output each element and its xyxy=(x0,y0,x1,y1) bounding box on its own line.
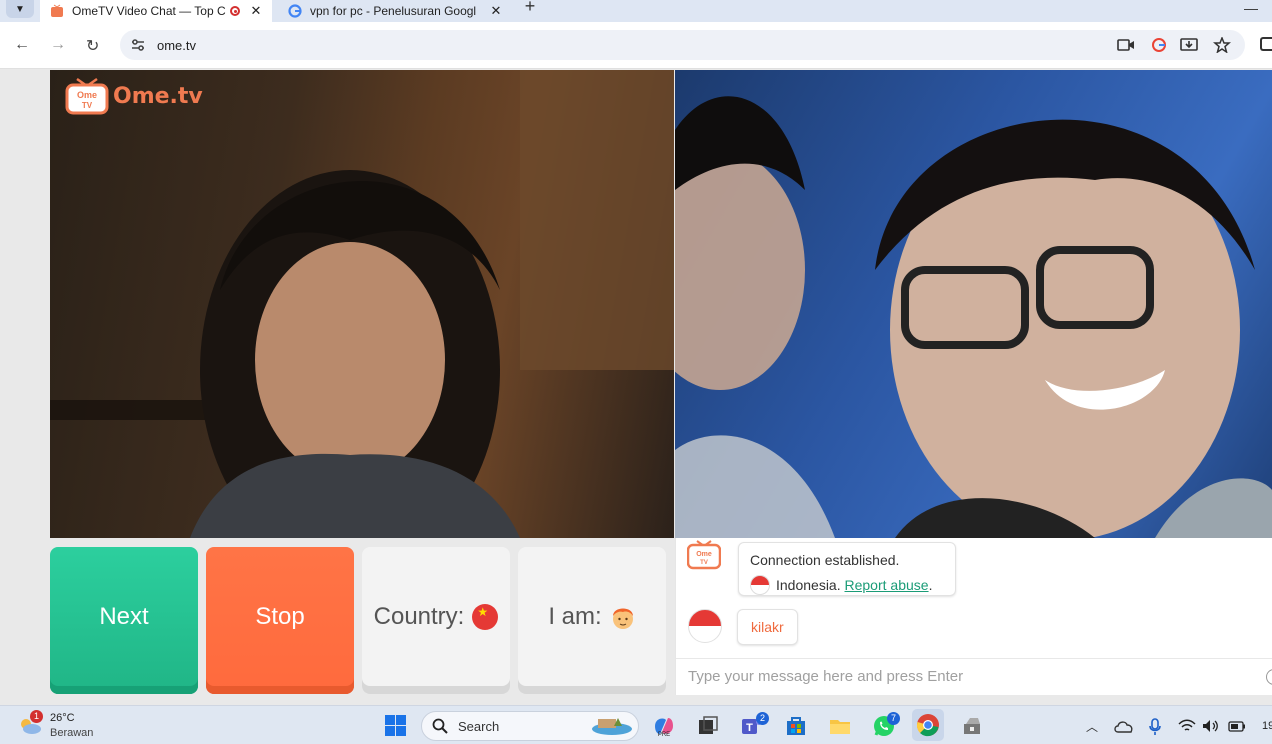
partner-country-text: Indonesia. xyxy=(776,577,841,593)
chrome-icon xyxy=(916,714,939,737)
task-view-icon[interactable] xyxy=(696,714,720,738)
whatsapp-badge: 7 xyxy=(887,712,900,725)
search-placeholder: Search xyxy=(458,719,500,734)
svg-text:PRE: PRE xyxy=(658,732,670,738)
google-favicon-icon xyxy=(288,4,302,18)
microsoft-store-icon[interactable] xyxy=(784,714,808,738)
boy-face-icon xyxy=(612,608,633,629)
partner-name-text: kilakr xyxy=(751,619,784,635)
partner-country-line: Indonesia. Report abuse. xyxy=(750,575,932,595)
copilot-icon[interactable]: PRE xyxy=(652,714,676,738)
taskbar: 1 26°C Berawan Search PRE T 2 7 ︿ 19 xyxy=(0,705,1272,744)
svg-text:Ome: Ome xyxy=(696,551,712,558)
recording-icon xyxy=(230,6,240,16)
weather-widget[interactable]: 1 26°C Berawan xyxy=(16,710,116,740)
tab-strip: ▼ OmeTV Video Chat — Top C ✕ vpn for pc … xyxy=(0,0,1272,22)
svg-text:TV: TV xyxy=(82,101,93,110)
camera-in-use-icon[interactable] xyxy=(1117,37,1135,53)
tab-title: vpn for pc - Penelusuran Googl xyxy=(310,4,477,18)
report-suffix: . xyxy=(928,577,933,593)
tv-logo-icon: Ome TV xyxy=(65,77,109,115)
volume-icon[interactable] xyxy=(1202,719,1220,733)
message-input-area xyxy=(676,658,1272,695)
china-flag-icon xyxy=(472,603,499,630)
logo-text: Ome.tv xyxy=(113,83,203,109)
next-label: Next xyxy=(99,602,149,630)
ometv-logo[interactable]: Ome TV Ome.tv xyxy=(65,77,203,115)
close-tab-icon[interactable]: ✕ xyxy=(488,3,504,19)
reload-icon[interactable]: ↻ xyxy=(86,36,99,56)
connection-status-text: Connection established. xyxy=(750,552,900,568)
emoji-icon[interactable] xyxy=(1266,669,1272,685)
system-message: Connection established. Indonesia. Repor… xyxy=(738,542,956,596)
chevron-down-icon: ▼ xyxy=(15,3,25,15)
partner-video-frame xyxy=(675,96,1272,538)
forward-arrow-icon[interactable]: → xyxy=(50,36,66,54)
google-lens-icon[interactable] xyxy=(1150,37,1168,53)
message-input[interactable] xyxy=(686,667,1250,686)
partner-flag-icon xyxy=(688,609,722,643)
microphone-icon[interactable] xyxy=(1148,718,1162,736)
stop-button[interactable]: Stop xyxy=(206,547,354,694)
temperature-text: 26°C xyxy=(50,712,75,724)
url-text: ome.tv xyxy=(157,38,197,53)
svg-text:T: T xyxy=(746,722,753,734)
iam-label: I am: xyxy=(548,602,602,630)
wifi-icon[interactable] xyxy=(1178,719,1196,733)
svg-text:Ome: Ome xyxy=(77,90,97,100)
minimize-button[interactable]: — xyxy=(1244,0,1258,16)
show-hidden-icons-icon[interactable]: ︿ xyxy=(1086,718,1098,735)
tab-google-search[interactable]: vpn for pc - Penelusuran Googl ✕ xyxy=(278,0,512,22)
pinned-app-icon[interactable] xyxy=(960,714,984,738)
tab-ometv[interactable]: OmeTV Video Chat — Top C ✕ xyxy=(40,0,272,22)
weather-condition-text: Berawan xyxy=(50,727,94,739)
clock-text[interactable]: 19 xyxy=(1262,720,1272,732)
browser-toolbar: ← → ↻ ome.tv xyxy=(0,22,1272,69)
close-tab-icon[interactable]: ✕ xyxy=(248,3,264,19)
search-highlight-icon xyxy=(592,718,632,735)
taskbar-search[interactable]: Search xyxy=(421,711,639,741)
report-abuse-link[interactable]: Report abuse xyxy=(845,577,929,593)
tv-logo-icon: Ome TV xyxy=(687,540,721,570)
indonesia-flag-icon xyxy=(750,575,770,595)
weather-alert-badge: 1 xyxy=(30,710,43,723)
battery-icon[interactable] xyxy=(1228,721,1246,732)
local-video-frame xyxy=(50,70,674,538)
stop-label: Stop xyxy=(255,602,305,630)
install-app-icon[interactable] xyxy=(1180,37,1198,53)
windows-start-icon[interactable] xyxy=(385,715,406,736)
country-label: Country: xyxy=(373,602,465,630)
tab-search-button[interactable]: ▼ xyxy=(6,0,34,18)
side-panel-icon[interactable] xyxy=(1260,37,1272,51)
teams-badge: 2 xyxy=(756,712,769,725)
partner-video xyxy=(675,70,1272,538)
partner-name-message: kilakr xyxy=(737,609,798,645)
svg-text:TV: TV xyxy=(700,560,708,566)
new-tab-button[interactable]: + xyxy=(520,0,540,18)
site-info-icon[interactable] xyxy=(130,37,146,53)
local-video xyxy=(50,70,674,538)
file-explorer-icon[interactable] xyxy=(828,714,852,738)
next-button[interactable]: Next xyxy=(50,547,198,694)
chat-panel: Ome TV Connection established. Indonesia… xyxy=(675,538,1272,695)
control-panel: Next Stop Country: I am: xyxy=(0,547,675,694)
chrome-active-tile[interactable] xyxy=(912,709,944,741)
onedrive-icon[interactable] xyxy=(1114,720,1134,733)
back-arrow-icon[interactable]: ← xyxy=(14,36,30,54)
bookmark-star-icon[interactable] xyxy=(1213,37,1231,53)
ometv-favicon-icon xyxy=(51,4,63,17)
address-bar[interactable]: ome.tv xyxy=(120,30,1245,60)
tab-title: OmeTV Video Chat — Top C xyxy=(72,4,226,18)
gender-selector[interactable]: I am: xyxy=(518,547,666,694)
search-icon xyxy=(432,718,448,734)
country-selector[interactable]: Country: xyxy=(362,547,510,694)
